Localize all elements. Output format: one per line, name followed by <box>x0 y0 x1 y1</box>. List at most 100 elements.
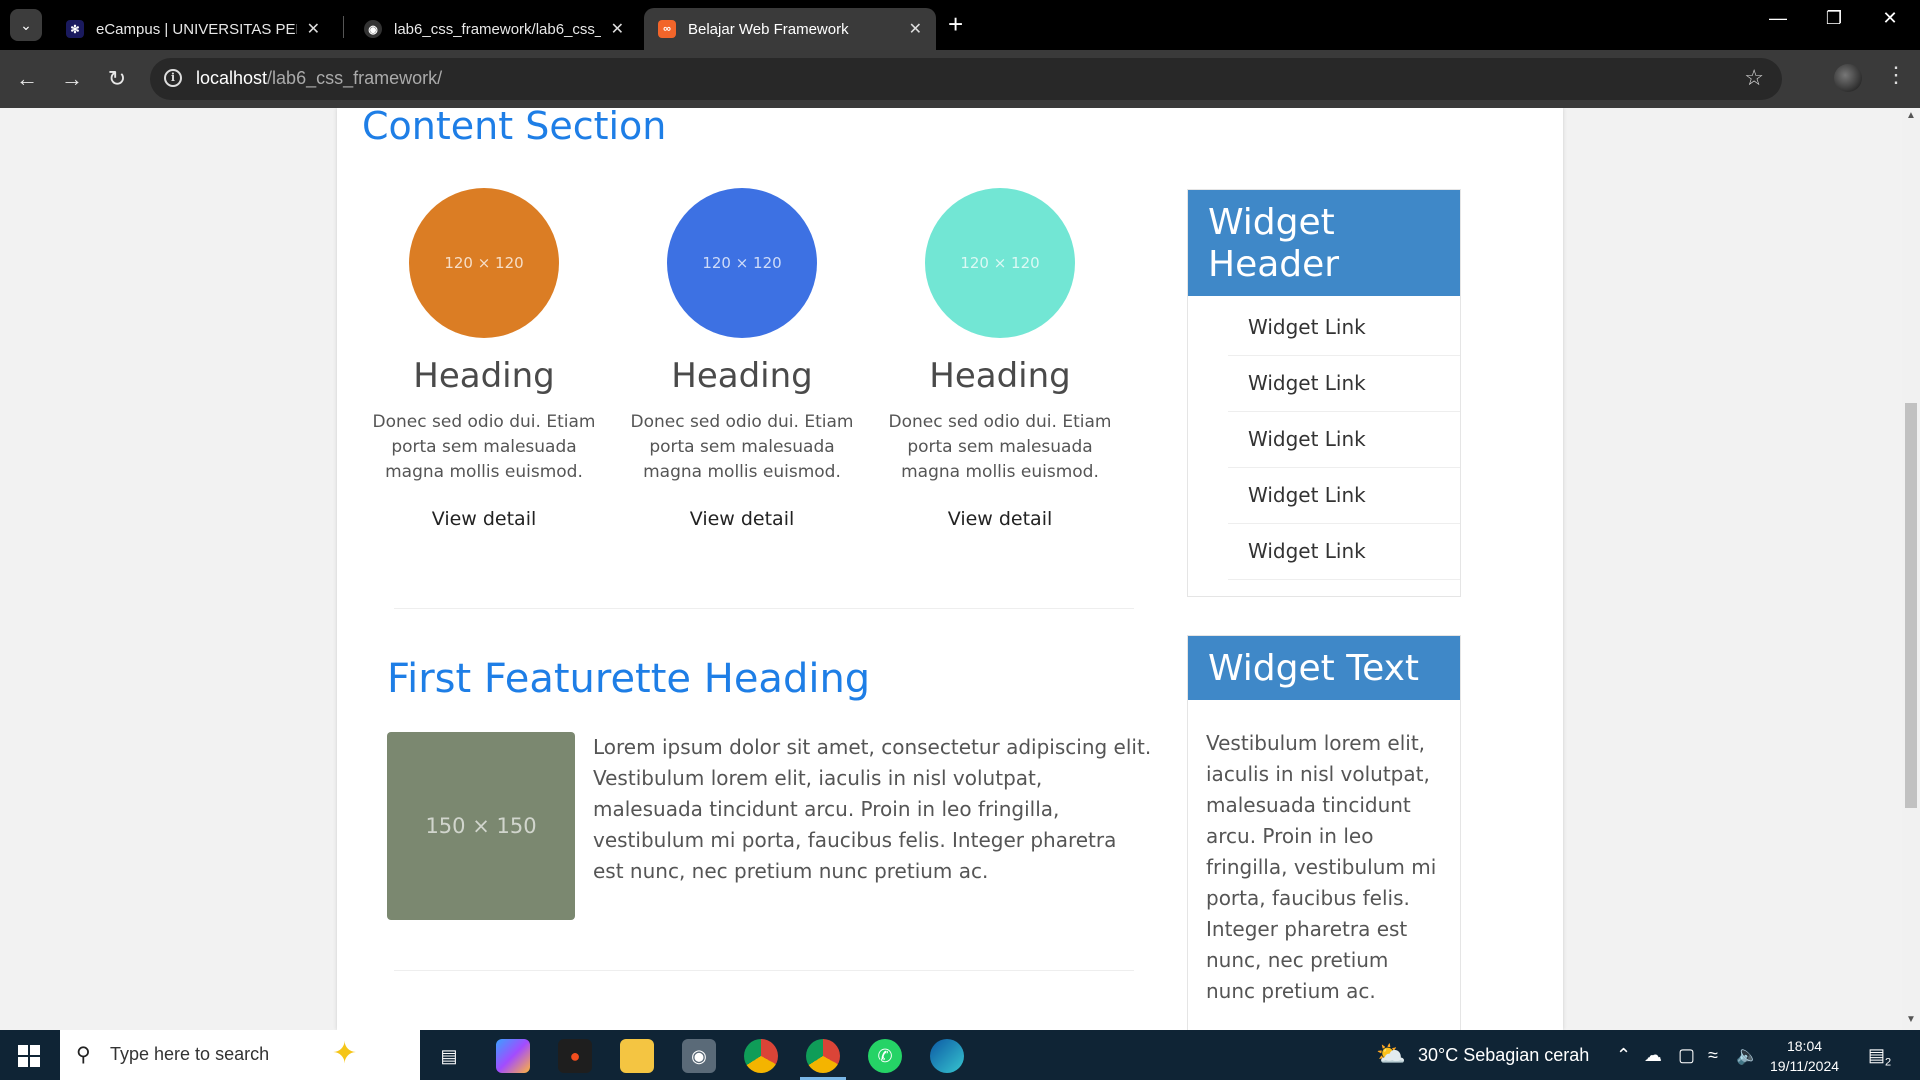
view-detail-link[interactable]: View detail <box>690 508 795 530</box>
speaker-icon[interactable]: 🔈 <box>1736 1045 1758 1066</box>
widget-link-list: Widget Link Widget Link Widget Link Widg… <box>1188 296 1460 596</box>
onedrive-icon[interactable]: ☁ <box>1644 1045 1662 1066</box>
copilot-sparkle-icon: ✦ <box>332 1037 358 1070</box>
widget-link[interactable]: Widget Link <box>1228 524 1460 580</box>
back-arrow-icon[interactable]: ← <box>12 64 42 94</box>
card-heading: Heading <box>671 356 813 396</box>
scroll-up-arrow-icon[interactable]: ▲ <box>1902 110 1920 121</box>
tab-belajar-web-framework[interactable]: ∞ Belajar Web Framework ✕ <box>644 8 936 50</box>
widget-link[interactable]: Widget Link <box>1228 412 1460 468</box>
tab-github[interactable]: ◉ lab6_css_framework/lab6_css_fr ✕ <box>350 8 638 50</box>
view-detail-link[interactable]: View detail <box>432 508 537 530</box>
thumbnail-size-label: 120 × 120 <box>702 254 782 272</box>
widget-link[interactable]: Widget Link <box>1228 468 1460 524</box>
card-2: 120 × 120 Heading Donec sed odio dui. Et… <box>622 188 862 530</box>
site-info-icon[interactable]: i <box>164 69 182 87</box>
ecampus-favicon-icon: ✻ <box>66 20 84 38</box>
widget-header-title: Widget Header <box>1188 190 1460 296</box>
restore-icon[interactable]: ❐ <box>1814 8 1854 29</box>
featurette-heading: First Featurette Heading <box>387 656 871 702</box>
card-heading: Heading <box>929 356 1071 396</box>
tab-search-button[interactable]: ⌄ <box>10 9 42 41</box>
chevron-down-icon: ⌄ <box>20 16 32 33</box>
tab-divider <box>343 16 344 38</box>
windows-taskbar: ⚲ Type here to search ✦ ▤ ● ◉ ✆ ⛅ 30°C S… <box>0 1030 1920 1080</box>
notification-count: 2 <box>1885 1056 1892 1069</box>
featurette-text: Lorem ipsum dolor sit amet, consectetur … <box>593 735 1152 883</box>
reload-icon[interactable]: ↻ <box>102 64 132 94</box>
clock-date: 19/11/2024 <box>1770 1058 1840 1074</box>
close-tab-icon[interactable]: ✕ <box>611 19 624 39</box>
weather-icon[interactable]: ⛅ <box>1376 1040 1406 1069</box>
minimize-icon[interactable]: — <box>1758 8 1798 29</box>
card-heading: Heading <box>413 356 555 396</box>
forward-arrow-icon[interactable]: → <box>57 64 87 94</box>
figma-icon[interactable]: ● <box>558 1039 592 1073</box>
featurette-image: 150 × 150 <box>387 732 575 920</box>
url-host: localhost <box>196 68 268 88</box>
widget-text-title: Widget Text <box>1188 636 1460 700</box>
copilot-app-icon[interactable] <box>496 1039 530 1073</box>
whatsapp-icon[interactable]: ✆ <box>868 1039 902 1073</box>
tab-title: eCampus | UNIVERSITAS PELITA <box>96 20 297 38</box>
xampp-favicon-icon: ∞ <box>658 20 676 38</box>
task-view-icon[interactable]: ▤ <box>432 1039 466 1073</box>
profile-avatar[interactable] <box>1834 64 1862 92</box>
camera-icon[interactable]: ◉ <box>682 1039 716 1073</box>
content-section-title: Content Section <box>362 108 667 148</box>
section-divider <box>394 970 1134 971</box>
scrollbar-thumb[interactable] <box>1905 403 1917 808</box>
widget-text-body: Vestibulum lorem elit, iaculis in nisl v… <box>1206 731 1437 1003</box>
card-thumbnail: 120 × 120 <box>925 188 1075 338</box>
system-clock[interactable]: 18:04 19/11/2024 <box>1770 1036 1839 1076</box>
card-1: 120 × 120 Heading Donec sed odio dui. Et… <box>364 188 604 530</box>
url-path: /lab6_css_framework/ <box>267 68 443 88</box>
weather-text[interactable]: 30°C Sebagian cerah <box>1418 1045 1589 1066</box>
meet-now-icon[interactable]: ▢ <box>1678 1045 1695 1066</box>
edge-icon[interactable] <box>930 1039 964 1073</box>
page-container: Content Section 120 × 120 Heading Donec … <box>337 108 1563 1030</box>
notification-center-icon[interactable]: ▤2 <box>1868 1045 1891 1069</box>
address-bar[interactable]: i localhost/lab6_css_framework/ ☆ <box>150 58 1782 100</box>
windows-start-icon[interactable] <box>18 1045 40 1067</box>
new-tab-plus-icon[interactable]: + <box>948 10 963 38</box>
file-explorer-icon[interactable] <box>620 1039 654 1073</box>
card-text: Donec sed odio dui. Etiam porta sem male… <box>630 412 854 482</box>
search-placeholder: Type here to search <box>110 1044 270 1064</box>
wifi-icon[interactable]: ≈ <box>1708 1045 1718 1066</box>
card-text: Donec sed odio dui. Etiam porta sem male… <box>888 412 1112 482</box>
clock-time: 18:04 <box>1786 1038 1823 1054</box>
tab-ecampus[interactable]: ✻ eCampus | UNIVERSITAS PELITA ✕ <box>52 8 334 50</box>
card-3: 120 × 120 Heading Donec sed odio dui. Et… <box>880 188 1120 530</box>
bookmark-star-icon[interactable]: ☆ <box>1744 65 1764 91</box>
card-thumbnail: 120 × 120 <box>667 188 817 338</box>
url-text[interactable]: localhost/lab6_css_framework/ <box>196 68 442 89</box>
chrome-active-icon[interactable] <box>806 1039 840 1073</box>
kebab-menu-icon[interactable]: ⋮ <box>1885 62 1907 88</box>
widget-text: Widget Text Vestibulum lorem elit, iacul… <box>1187 635 1461 1030</box>
card-thumbnail: 120 × 120 <box>409 188 559 338</box>
window-close-icon[interactable]: ✕ <box>1870 8 1910 29</box>
page-scrollbar[interactable]: ▲ ▼ <box>1902 108 1920 1030</box>
widget-link[interactable]: Widget Link <box>1228 356 1460 412</box>
tab-strip: ⌄ ✻ eCampus | UNIVERSITAS PELITA ✕ ◉ lab… <box>0 0 1920 50</box>
show-hidden-icons-icon[interactable]: ⌃ <box>1616 1045 1631 1066</box>
taskbar-search-box[interactable]: ⚲ Type here to search ✦ <box>60 1030 420 1080</box>
thumbnail-size-label: 120 × 120 <box>444 254 524 272</box>
tab-title: lab6_css_framework/lab6_css_fr <box>394 20 601 38</box>
widget-links: Widget Header Widget Link Widget Link Wi… <box>1187 189 1461 597</box>
thumbnail-size-label: 120 × 120 <box>960 254 1040 272</box>
view-detail-link[interactable]: View detail <box>948 508 1053 530</box>
page-viewport: Content Section 120 × 120 Heading Donec … <box>0 108 1920 1030</box>
widget-link[interactable]: Widget Link <box>1228 300 1460 356</box>
chrome-icon[interactable] <box>744 1039 778 1073</box>
tab-title: Belajar Web Framework <box>688 20 849 38</box>
close-tab-icon[interactable]: ✕ <box>307 19 320 39</box>
search-icon: ⚲ <box>76 1044 91 1066</box>
close-tab-icon[interactable]: ✕ <box>909 19 922 39</box>
card-text: Donec sed odio dui. Etiam porta sem male… <box>372 412 596 482</box>
browser-toolbar: ← → ↻ i localhost/lab6_css_framework/ ☆ … <box>0 50 1920 108</box>
scroll-down-arrow-icon[interactable]: ▼ <box>1902 1014 1920 1025</box>
section-divider <box>394 608 1134 609</box>
image-size-label: 150 × 150 <box>425 814 537 838</box>
